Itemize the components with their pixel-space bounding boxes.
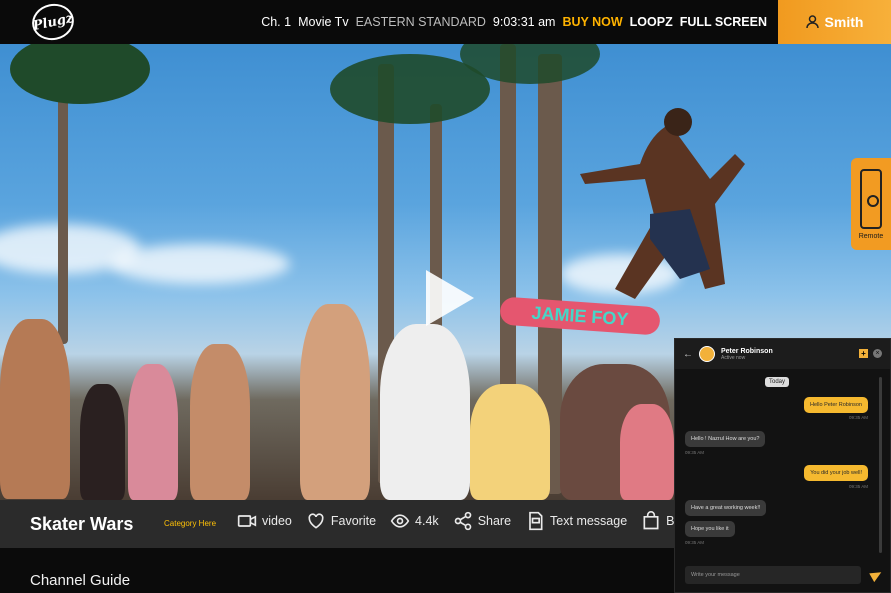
palm-tree bbox=[58, 84, 68, 344]
logo[interactable]: Plugz bbox=[28, 0, 78, 44]
remote-icon bbox=[860, 168, 882, 229]
contact-name: Peter Robinson bbox=[721, 347, 773, 355]
crowd-person bbox=[300, 304, 370, 500]
action-bar: video Favorite 4.4k Share Text message B bbox=[237, 511, 675, 531]
share-icon bbox=[454, 511, 472, 531]
clock-time: 9:03:31 am bbox=[492, 15, 556, 29]
message-bubble-in: Hello ! Nazrul How are you? bbox=[685, 431, 766, 447]
bag-icon bbox=[643, 511, 659, 530]
message-time: 09:35 AM bbox=[848, 415, 868, 420]
crowd-person bbox=[128, 364, 178, 500]
app-root: Plugz Ch. 1 Movie Tv EASTERN STANDARD 9:… bbox=[0, 0, 891, 593]
crowd-person bbox=[620, 404, 674, 500]
buy-button[interactable]: B bbox=[641, 511, 675, 531]
user-name: Smith bbox=[824, 14, 864, 30]
user-menu-button[interactable]: Smith bbox=[778, 0, 891, 44]
crowd-person bbox=[190, 344, 250, 500]
top-bar: Plugz Ch. 1 Movie Tv EASTERN STANDARD 9:… bbox=[0, 0, 891, 44]
sms-icon bbox=[529, 511, 543, 531]
chat-scrollbar[interactable] bbox=[879, 377, 882, 553]
crowd-person bbox=[80, 384, 125, 500]
category-link[interactable]: Category Here bbox=[164, 519, 216, 528]
video-title: Skater Wars bbox=[30, 514, 134, 534]
eye-icon bbox=[390, 514, 410, 528]
message-time: 09:35 AM bbox=[685, 540, 705, 545]
loopz-button[interactable]: LOOPZ bbox=[630, 15, 673, 29]
video-icon bbox=[237, 515, 257, 527]
crowd-person bbox=[0, 319, 70, 499]
message-time: 09:35 AM bbox=[685, 450, 705, 455]
remote-label: Remote bbox=[858, 232, 884, 240]
message-input[interactable]: Write your message bbox=[685, 566, 861, 584]
heart-icon bbox=[308, 513, 324, 529]
chat-header: ← Peter Robinson Active now + × bbox=[675, 339, 890, 369]
views-counter: 4.4k bbox=[390, 511, 439, 531]
timezone-label: EASTERN STANDARD bbox=[355, 15, 486, 29]
date-divider: Today bbox=[765, 377, 790, 387]
message-bubble-in: Hope you like it bbox=[685, 521, 735, 537]
channel-name[interactable]: Movie Tv bbox=[298, 15, 348, 29]
favorite-button[interactable]: Favorite bbox=[306, 511, 376, 531]
close-icon[interactable]: × bbox=[873, 349, 882, 358]
contact-status: Active now bbox=[721, 354, 746, 361]
message-bubble-out: You did your job well! bbox=[804, 465, 868, 481]
buy-now-button[interactable]: BUY NOW bbox=[562, 15, 622, 29]
skater-figure bbox=[580, 108, 745, 299]
message-time: 09:35 AM bbox=[848, 484, 868, 489]
add-icon[interactable]: + bbox=[859, 349, 868, 358]
text-message-button[interactable]: Text message bbox=[525, 511, 627, 531]
play-button[interactable] bbox=[426, 270, 474, 326]
send-icon[interactable] bbox=[869, 567, 884, 583]
chat-panel: ← Peter Robinson Active now + × Today He… bbox=[674, 338, 891, 593]
channel-guide-heading: Channel Guide bbox=[30, 572, 131, 589]
palm-fronds bbox=[10, 44, 150, 104]
cloud bbox=[110, 244, 290, 284]
message-bubble-in: Have a great working week!! bbox=[685, 500, 767, 516]
share-button[interactable]: Share bbox=[453, 511, 511, 531]
chat-contact: Peter Robinson Active now bbox=[721, 348, 773, 361]
avatar bbox=[699, 346, 715, 362]
crowd-person bbox=[470, 384, 550, 500]
channel-number[interactable]: Ch. 1 bbox=[261, 15, 291, 29]
message-bubble-out: Hello Peter Robinson bbox=[804, 397, 868, 413]
top-nav: Ch. 1 Movie Tv EASTERN STANDARD 9:03:31 … bbox=[261, 0, 767, 44]
video-button[interactable]: video bbox=[237, 511, 292, 531]
user-icon bbox=[805, 15, 819, 29]
crowd-person bbox=[380, 324, 470, 500]
back-arrow-icon[interactable]: ← bbox=[683, 349, 693, 360]
full-screen-button[interactable]: FULL SCREEN bbox=[680, 15, 767, 29]
remote-button[interactable]: Remote bbox=[851, 158, 891, 250]
